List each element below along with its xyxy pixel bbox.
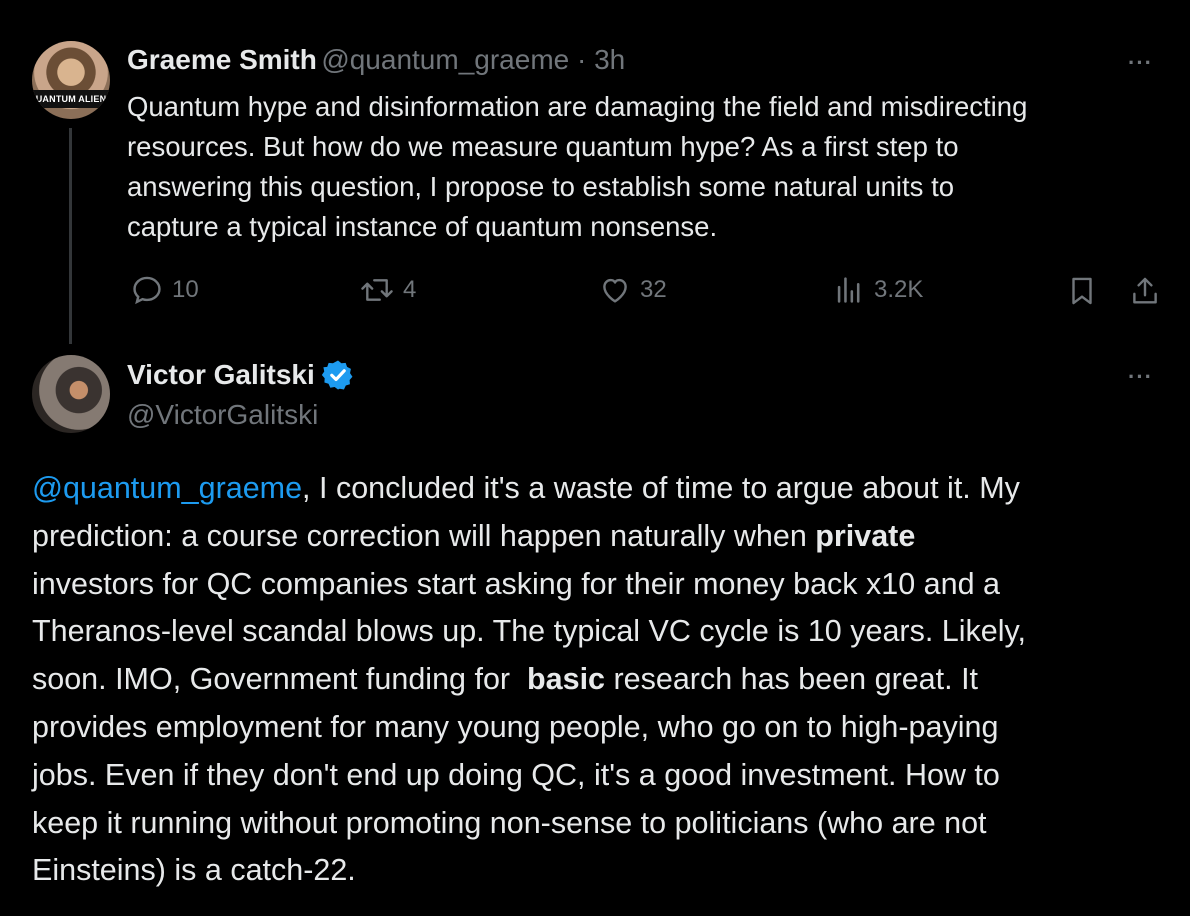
author-name[interactable]: Graeme Smith	[127, 44, 317, 75]
mention-link[interactable]: @quantum_graeme	[32, 471, 302, 505]
views-icon	[837, 277, 860, 303]
text-segment: , I concluded it's a waste of time to ar…	[302, 471, 1020, 505]
reply-button[interactable]: 10	[130, 273, 199, 307]
author-handle-time[interactable]: @quantum_graeme · 3h	[321, 44, 625, 75]
tweet-line: @quantum_graeme, I concluded it's a wast…	[32, 465, 1026, 513]
views-button[interactable]: 3.2K	[832, 273, 923, 307]
tweet-line: answering this question, I propose to es…	[127, 171, 955, 202]
like-icon	[603, 278, 627, 303]
bookmark-button[interactable]	[1065, 273, 1099, 314]
author-handle[interactable]: @VictorGalitski	[127, 399, 318, 431]
tweet2-header: Victor Galitski	[127, 358, 355, 392]
avatar-text: UANTUM ALIEN	[32, 90, 110, 108]
tweet1-text: Quantum hype and disinformation are dama…	[127, 87, 1027, 247]
reply-icon	[133, 276, 161, 305]
avatar-graeme-smith[interactable]: UANTUM ALIEN	[32, 41, 110, 119]
tweet-line: Quantum hype and disinformation are dama…	[127, 91, 1028, 122]
tweet1-header: Graeme Smith @quantum_graeme · 3h	[127, 44, 625, 76]
more-options-icon[interactable]: ···	[1128, 364, 1153, 390]
tweet-line: provides employment for many young peopl…	[32, 709, 999, 744]
tweet-line: jobs. Even if they don't end up doing QC…	[32, 757, 1000, 792]
bold-text: private	[815, 518, 916, 553]
tweet-line: prediction: a course correction will hap…	[32, 513, 1026, 561]
tweet-line: resources. But how do we measure quantum…	[127, 131, 959, 162]
tweet-line: Theranos-level scandal blows up. The typ…	[32, 614, 1026, 649]
repost-button[interactable]: 4	[359, 273, 416, 307]
tweet-line: capture a typical instance of quantum no…	[127, 211, 718, 242]
avatar-victor-galitski[interactable]	[32, 355, 110, 433]
reply-count: 10	[172, 276, 199, 303]
tweet-line: Einsteins) is a catch-22.	[32, 853, 356, 888]
share-icon	[1133, 277, 1157, 304]
more-options-icon[interactable]: ···	[1128, 50, 1153, 76]
bookmark-icon	[1072, 277, 1092, 305]
author-name[interactable]: Victor Galitski	[127, 359, 315, 391]
repost-count: 4	[403, 276, 417, 303]
like-button[interactable]: 32	[598, 273, 667, 307]
views-count: 3.2K	[874, 276, 924, 303]
verified-badge-icon	[321, 360, 353, 390]
text-segment: soon. IMO, Government funding for	[32, 662, 528, 697]
text-segment: prediction: a course correction will hap…	[32, 518, 816, 553]
repost-icon	[361, 279, 393, 301]
tweet-line: investors for QC companies start asking …	[32, 566, 1000, 601]
tweet2-text: @quantum_graeme, I concluded it's a wast…	[32, 465, 1026, 895]
share-button[interactable]	[1128, 273, 1162, 314]
text-segment: research has been great. It	[605, 662, 979, 697]
bold-text: basic	[527, 662, 606, 697]
like-count: 32	[640, 276, 667, 303]
tweet-line: soon. IMO, Government funding for basic …	[32, 656, 1026, 704]
thread-connector-line	[69, 128, 72, 344]
tweet-line: keep it running without promoting non-se…	[32, 805, 987, 840]
